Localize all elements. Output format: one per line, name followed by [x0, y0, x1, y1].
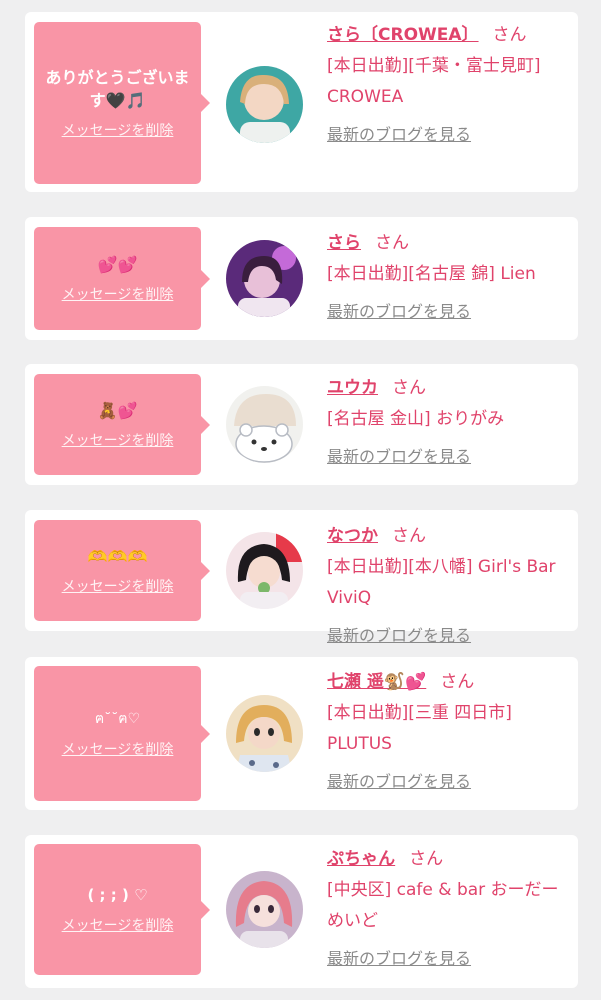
message-text: ฅ˘˘ฅ♡ [94, 711, 141, 727]
cast-info: ユウカ さん [名古屋 金山] おりがみ 最新のブログを見る [327, 373, 572, 472]
message-card: ฅ˘˘ฅ♡ メッセージを削除 七瀬 遥🐒💕 さん [本日出勤][三重 四日市] P… [25, 657, 578, 810]
honorific: さん [392, 378, 426, 398]
avatar[interactable] [226, 695, 303, 772]
honorific: さん [375, 233, 409, 253]
avatar-photo [226, 871, 303, 948]
delete-message-link[interactable]: メッセージを削除 [62, 430, 174, 450]
delete-message-link[interactable]: メッセージを削除 [62, 915, 174, 935]
cast-name-link[interactable]: さら [327, 233, 361, 253]
avatar[interactable] [226, 66, 303, 143]
message-bubble: ฅ˘˘ฅ♡ メッセージを削除 [34, 666, 210, 801]
cast-name-link[interactable]: ユウカ [327, 378, 378, 398]
cast-detail: [本日出勤][名古屋 錦] Lien [327, 264, 536, 284]
cast-name-link[interactable]: ぷちゃん [327, 849, 395, 869]
message-card: ありがとうございます🖤🎵 メッセージを削除 さら〔CROWEA〕 さん [本日出勤… [25, 12, 578, 192]
message-text: ( ; ; ) ♡ [87, 886, 148, 904]
avatar-photo [226, 66, 303, 143]
avatar-photo [226, 386, 303, 463]
avatar[interactable] [226, 871, 303, 948]
honorific: さん [392, 526, 426, 546]
cast-info: さら さん [本日出勤][名古屋 錦] Lien 最新のブログを見る [327, 228, 572, 327]
message-text: ありがとうございます🖤🎵 [45, 68, 190, 110]
cast-detail: [名古屋 金山] おりがみ [327, 409, 505, 429]
delete-message-link[interactable]: メッセージを削除 [62, 739, 174, 759]
avatar[interactable] [226, 532, 303, 609]
message-text: 💕💕 [97, 255, 138, 274]
message-text: 🧸💕 [97, 401, 138, 420]
cast-info: さら〔CROWEA〕 さん [本日出勤][千葉・富士見町] CROWEA 最新のブ… [327, 20, 572, 150]
message-card: 🫶🫶🫶 メッセージを削除 なつか さん [本日出勤][本八幡] Girl's Ba… [25, 510, 578, 645]
delete-message-link[interactable]: メッセージを削除 [62, 120, 174, 140]
message-card: 💕💕 メッセージを削除 さら さん [本日出勤][名古屋 錦] Lien 最新のブ… [25, 217, 578, 340]
cast-detail: [本日出勤][千葉・富士見町] CROWEA [327, 56, 541, 107]
cast-detail: [中央区] cafe & bar おーだーめいど [327, 880, 559, 931]
cast-detail: [本日出勤][三重 四日市] PLUTUS [327, 703, 512, 754]
message-bubble: ( ; ; ) ♡ メッセージを削除 [34, 844, 210, 975]
cast-detail: [本日出勤][本八幡] Girl's Bar ViviQ [327, 557, 556, 608]
cast-name-link[interactable]: 七瀬 遥🐒💕 [327, 672, 426, 692]
latest-blog-link[interactable]: 最新のブログを見る [327, 296, 572, 327]
delete-message-link[interactable]: メッセージを削除 [62, 576, 174, 596]
latest-blog-link[interactable]: 最新のブログを見る [327, 766, 572, 797]
message-bubble: 🫶🫶🫶 メッセージを削除 [34, 520, 210, 621]
cast-name-link[interactable]: さら〔CROWEA〕 [327, 25, 479, 45]
avatar-photo [226, 532, 303, 609]
honorific: さん [492, 25, 527, 45]
honorific: さん [440, 672, 475, 692]
cast-info: 七瀬 遥🐒💕 さん [本日出勤][三重 四日市] PLUTUS 最新のブログを見る [327, 667, 572, 797]
message-text: 🫶🫶🫶 [87, 547, 148, 566]
delete-message-link[interactable]: メッセージを削除 [62, 284, 174, 304]
avatar-photo [226, 240, 303, 317]
latest-blog-link[interactable]: 最新のブログを見る [327, 943, 572, 974]
latest-blog-link[interactable]: 最新のブログを見る [327, 620, 572, 651]
avatar-photo [226, 695, 303, 772]
cast-info: なつか さん [本日出勤][本八幡] Girl's Bar ViviQ 最新のブロ… [327, 521, 572, 651]
avatar[interactable] [226, 240, 303, 317]
honorific: さん [409, 849, 444, 869]
message-card: 🧸💕 メッセージを削除 ユウカ さん [名古屋 金山] おりがみ 最新のブログを見… [25, 364, 578, 485]
latest-blog-link[interactable]: 最新のブログを見る [327, 119, 572, 150]
message-card: ( ; ; ) ♡ メッセージを削除 ぷちゃん さん [中央区] cafe & b… [25, 835, 578, 988]
cast-info: ぷちゃん さん [中央区] cafe & bar おーだーめいど 最新のブログを見… [327, 844, 572, 974]
message-bubble: 🧸💕 メッセージを削除 [34, 374, 210, 475]
latest-blog-link[interactable]: 最新のブログを見る [327, 441, 572, 472]
avatar[interactable] [226, 386, 303, 463]
message-bubble: 💕💕 メッセージを削除 [34, 227, 210, 330]
message-bubble: ありがとうございます🖤🎵 メッセージを削除 [34, 22, 210, 184]
cast-name-link[interactable]: なつか [327, 526, 378, 546]
